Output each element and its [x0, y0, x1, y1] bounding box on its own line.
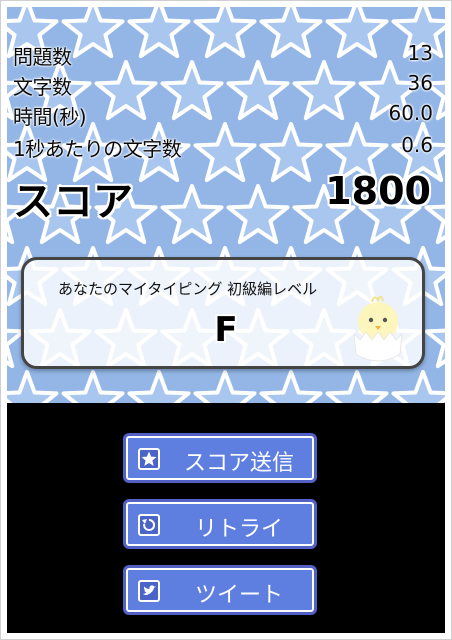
score-value: 1800 — [325, 169, 431, 213]
background-star — [7, 370, 59, 403]
stat-label: 文字数 — [13, 75, 72, 99]
stat-value: 13 — [407, 41, 433, 65]
background-star — [160, 184, 224, 245]
tweet-label: ツイート — [194, 583, 283, 608]
background-star — [424, 328, 445, 369]
stat-value: 0.6 — [401, 133, 433, 157]
stat-label: 1秒あたりの文字数 — [13, 137, 182, 161]
stat-value: 60.0 — [388, 101, 433, 125]
star-icon — [138, 448, 160, 470]
game-screen: 問題数 13 文字数 36 時間(秒) 60.0 1秒あたりの文字数 0.6 ス… — [7, 7, 445, 633]
rank-title: あなたのマイタイピング 初級編レベル — [58, 280, 318, 298]
app-frame: 問題数 13 文字数 36 時間(秒) 60.0 1秒あたりの文字数 0.6 ス… — [0, 0, 452, 640]
stat-row-characters: 文字数 36 — [7, 71, 435, 101]
background-star — [325, 370, 389, 403]
stat-row-chars-per-second: 1秒あたりの文字数 0.6 — [7, 133, 435, 163]
background-star — [391, 370, 445, 403]
background-star — [61, 370, 125, 403]
retry-button[interactable]: リトライ — [123, 499, 317, 549]
tweet-button[interactable]: ツイート — [123, 565, 317, 615]
chick-icon — [353, 295, 403, 362]
retry-icon — [138, 514, 160, 536]
background-star — [127, 370, 191, 403]
retry-label: リトライ — [194, 517, 283, 542]
stat-label: 問題数 — [13, 45, 72, 69]
send-score-label: スコア送信 — [183, 451, 294, 476]
stat-value: 36 — [407, 71, 433, 95]
background-star — [193, 370, 257, 403]
background-star — [259, 370, 323, 403]
background-star — [226, 184, 290, 245]
score-label: スコア — [13, 179, 133, 225]
send-score-button[interactable]: スコア送信 — [123, 433, 317, 483]
stat-label: 時間(秒) — [13, 105, 87, 129]
bird-icon — [138, 580, 160, 602]
stat-row-questions: 問題数 13 — [7, 41, 435, 71]
stat-row-time: 時間(秒) 60.0 — [7, 101, 435, 131]
rank-panel: あなたのマイタイピング 初級編レベル F — [21, 257, 425, 369]
